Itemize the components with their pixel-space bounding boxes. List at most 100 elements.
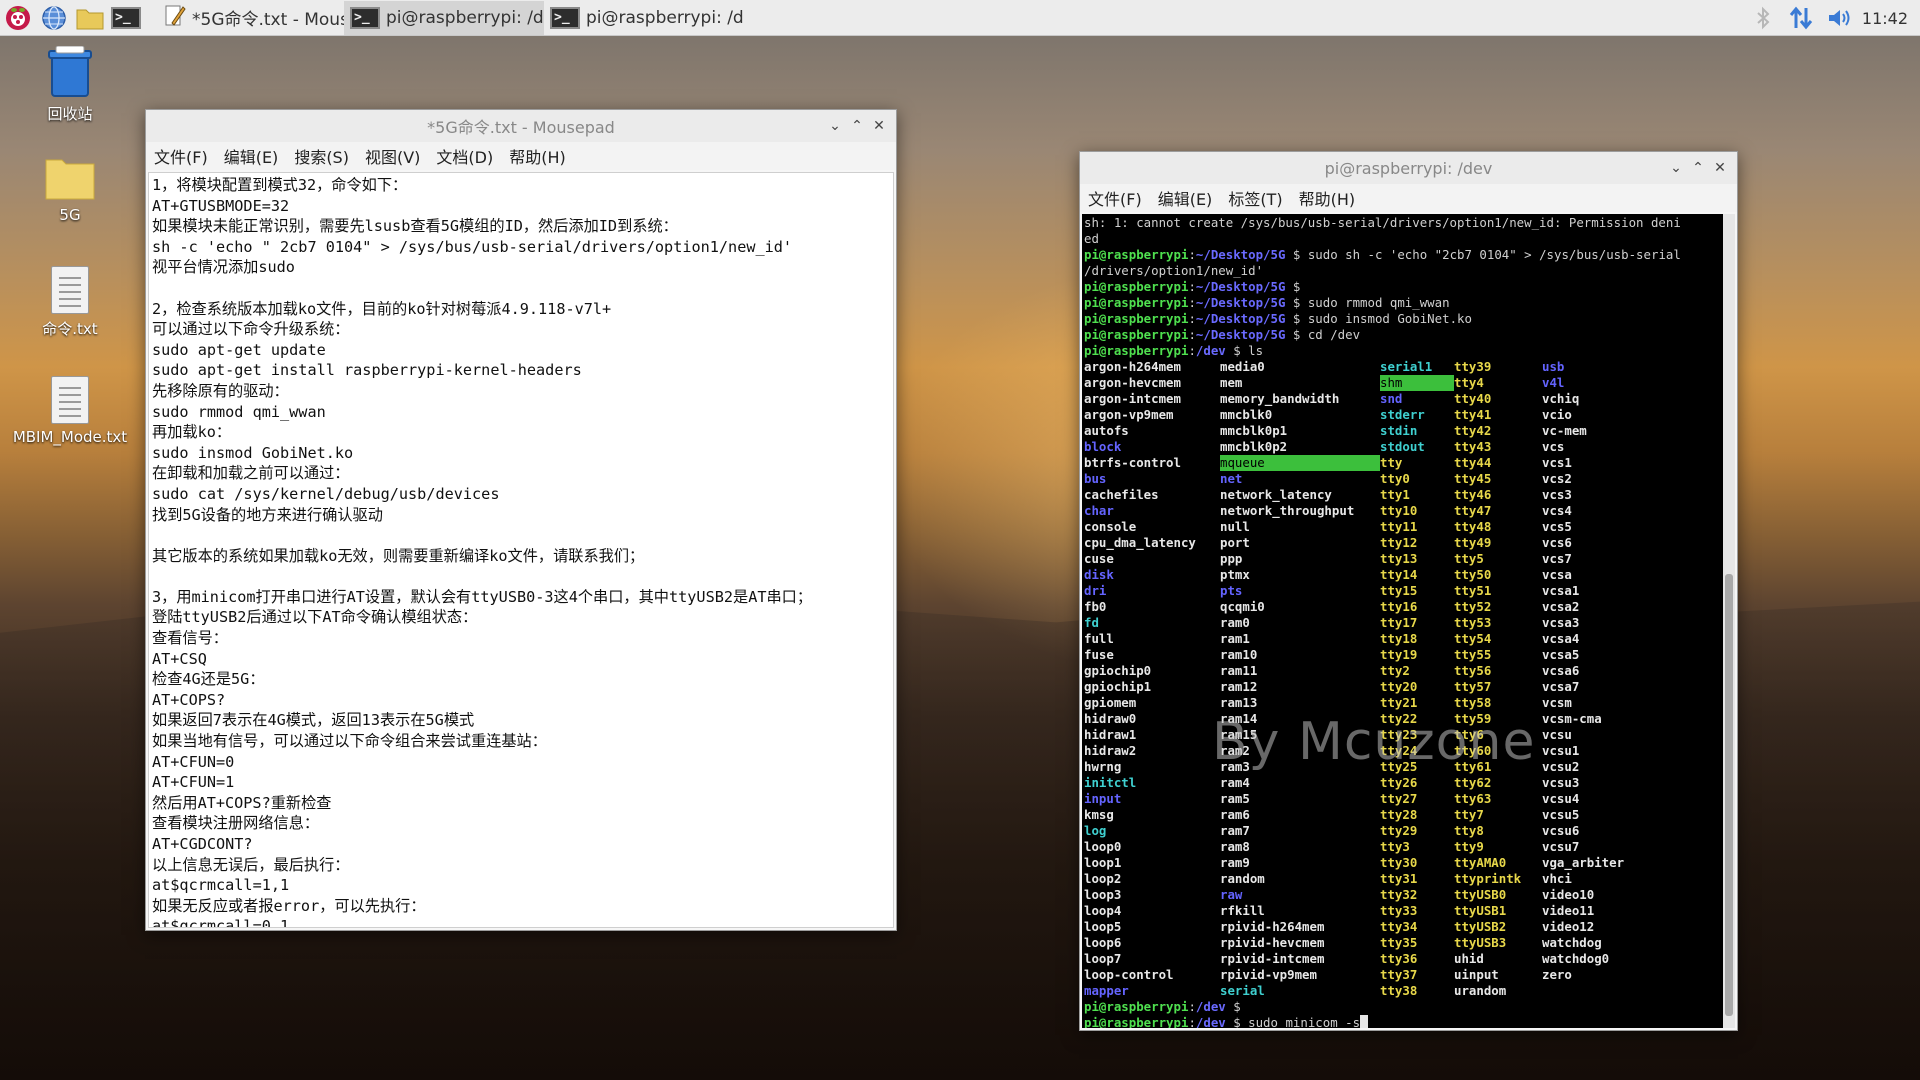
ls-entry: rfkill: [1220, 903, 1265, 918]
ls-entry: tty21: [1380, 695, 1418, 710]
editor-titlebar[interactable]: *5G命令.txt - Mousepad ⌄ ⌃ ✕: [146, 110, 896, 142]
folder-icon[interactable]: [72, 0, 108, 36]
editor-line: sudo rmmod qmi_wwan: [152, 402, 326, 421]
taskbar-task-editor[interactable]: *5G命令.txt - Mousep...: [158, 1, 344, 35]
ls-row: cachefiles network_latency tty1 tty46 vcs3: [1084, 487, 1721, 503]
menu-help[interactable]: 帮助(H): [509, 144, 566, 168]
editor-line: 3，用minicom打开串口进行AT设置，默认会有ttyUSB0-3这4个串口，…: [152, 587, 813, 606]
network-icon[interactable]: [1784, 0, 1818, 36]
desktop-icon-trash[interactable]: 回收站: [10, 46, 130, 124]
ls-entry: tty29: [1380, 823, 1418, 838]
ls-row: char network_throughput tty10 tty47 vcs4: [1084, 503, 1721, 519]
editor-line: AT+CFUN=0: [152, 752, 235, 771]
clock[interactable]: 11:42: [1862, 0, 1908, 36]
output-text: sh: 1: cannot create /sys/bus/usb-serial…: [1084, 215, 1681, 230]
prompt-dollar: $: [1225, 999, 1249, 1014]
close-button[interactable]: ✕: [868, 118, 890, 134]
terminal-line: /drivers/option1/new_id': [1084, 263, 1721, 279]
ls-row: hidraw0 ram14 tty22 tty59 vcsm-cma: [1084, 711, 1721, 727]
ls-row: loop3 raw tty32 ttyUSB0 video10: [1084, 887, 1721, 903]
ls-entry: fuse: [1084, 647, 1114, 662]
ls-entry: ram9: [1220, 855, 1250, 870]
menu-file[interactable]: 文件(F): [154, 144, 208, 168]
ls-entry: vhci: [1542, 871, 1572, 886]
ls-entry: rpivid-intcmem: [1220, 951, 1325, 966]
editor-line: 在卸载和加载之前可以通过：: [152, 464, 350, 483]
browser-icon[interactable]: [36, 0, 72, 36]
ls-entry: vcsm: [1542, 695, 1572, 710]
ls-entry: ttyUSB3: [1454, 935, 1507, 950]
prompt-path: ~/Desktop/5G: [1195, 279, 1286, 294]
ls-row: btrfs-control mqueue tty tty44 vcs1: [1084, 455, 1721, 471]
ls-entry: ttyUSB2: [1454, 919, 1507, 934]
ls-entry: tty50: [1454, 567, 1492, 582]
ls-entry: tty9: [1454, 839, 1484, 854]
ls-entry: log: [1084, 823, 1107, 838]
menu-document[interactable]: 文档(D): [436, 144, 493, 168]
ls-entry: tty3: [1380, 839, 1410, 854]
ls-entry: network_latency: [1220, 487, 1332, 502]
ls-row: fd ram0 tty17 tty53 vcsa3: [1084, 615, 1721, 631]
ls-row: cpu_dma_latency port tty12 tty49 vcs6: [1084, 535, 1721, 551]
ls-entry: shm: [1380, 375, 1454, 391]
prompt-sep: :: [1188, 343, 1196, 358]
desktop-icon-5g-folder[interactable]: 5G: [10, 156, 130, 224]
ls-entry: loop3: [1084, 887, 1122, 902]
ls-entry: tty22: [1380, 711, 1418, 726]
taskbar-task-terminal-2[interactable]: >_ pi@raspberrypi: /dev: [544, 1, 744, 35]
ls-row: loop1 ram9 tty30 ttyAMA0 vga_arbiter: [1084, 855, 1721, 871]
ls-entry: hidraw0: [1084, 711, 1137, 726]
command-text: cd /dev: [1307, 327, 1361, 342]
raspberry-icon[interactable]: [0, 0, 36, 36]
ls-entry: serial: [1220, 983, 1265, 998]
prompt-sep: :: [1188, 999, 1196, 1014]
editor-line: 再加载ko：: [152, 423, 232, 442]
ls-entry: tty16: [1380, 599, 1418, 614]
text-file-icon: [51, 266, 89, 314]
prompt-user: pi@raspberrypi: [1084, 999, 1189, 1014]
editor-line: sh -c 'echo " 2cb7 0104" > /sys/bus/usb-…: [152, 237, 793, 256]
terminal-icon[interactable]: >_: [108, 0, 144, 36]
ls-entry: tty35: [1380, 935, 1418, 950]
scrollbar-thumb[interactable]: [1725, 574, 1733, 1016]
ls-row: loop0 ram8 tty3 tty9 vcsu7: [1084, 839, 1721, 855]
desktop-icon-commands-txt[interactable]: 命令.txt: [10, 266, 130, 339]
close-button[interactable]: ✕: [1709, 160, 1731, 176]
editor-line: 先移除原有的驱动：: [152, 381, 289, 400]
taskbar-task-terminal-1[interactable]: >_ pi@raspberrypi: /dev: [344, 0, 544, 35]
ls-row: block mmcblk0p2 stdout tty43 vcs: [1084, 439, 1721, 455]
menu-file[interactable]: 文件(F): [1088, 186, 1142, 210]
maximize-button[interactable]: ⌃: [1687, 160, 1709, 176]
editor-text-area[interactable]: 1，将模块配置到模式32，命令如下： AT+GTUSBMODE=32 如果模块未能正…: [148, 172, 894, 928]
minimize-button[interactable]: ⌄: [1665, 160, 1687, 176]
ls-entry: video11: [1542, 903, 1595, 918]
menu-view[interactable]: 视图(V): [365, 144, 420, 168]
minimize-button[interactable]: ⌄: [824, 118, 846, 134]
terminal-titlebar[interactable]: pi@raspberrypi: /dev ⌄ ⌃ ✕: [1080, 152, 1737, 184]
ls-entry: tty11: [1380, 519, 1418, 534]
terminal-output[interactable]: sh: 1: cannot create /sys/bus/usb-serial…: [1082, 214, 1723, 1028]
menu-help[interactable]: 帮助(H): [1299, 186, 1356, 210]
ls-entry: tty57: [1454, 679, 1492, 694]
ls-row: gpiochip0 ram11 tty2 tty56 vcsa6: [1084, 663, 1721, 679]
bluetooth-icon[interactable]: [1748, 0, 1778, 36]
ls-entry: cpu_dma_latency: [1084, 535, 1196, 550]
maximize-button[interactable]: ⌃: [846, 118, 868, 134]
desktop-icon-label: 命令.txt: [42, 320, 98, 338]
desktop-icon-mbim-txt[interactable]: MBIM_Mode.txt: [10, 376, 130, 446]
prompt-path: /dev: [1195, 999, 1226, 1014]
menu-edit[interactable]: 编辑(E): [224, 144, 279, 168]
terminal-scrollbar[interactable]: [1723, 214, 1735, 1028]
ls-row: initctl ram4 tty26 tty62 vcsu3: [1084, 775, 1721, 791]
editor-line: 2，检查系统版本加载ko文件，目前的ko针对树莓派4.9.118-v7l+: [152, 299, 612, 318]
ls-entry: tty34: [1380, 919, 1418, 934]
ls-row: loop4 rfkill tty33 ttyUSB1 video11: [1084, 903, 1721, 919]
menu-tabs[interactable]: 标签(T): [1228, 186, 1282, 210]
ls-entry: tty24: [1380, 743, 1418, 758]
menu-search[interactable]: 搜索(S): [294, 144, 349, 168]
volume-icon[interactable]: [1822, 0, 1858, 36]
terminal-line: pi@raspberrypi:/dev $ ls: [1084, 343, 1721, 359]
ls-row: loop-control rpivid-vp9mem tty37 uinput zero: [1084, 967, 1721, 983]
menu-edit[interactable]: 编辑(E): [1158, 186, 1213, 210]
